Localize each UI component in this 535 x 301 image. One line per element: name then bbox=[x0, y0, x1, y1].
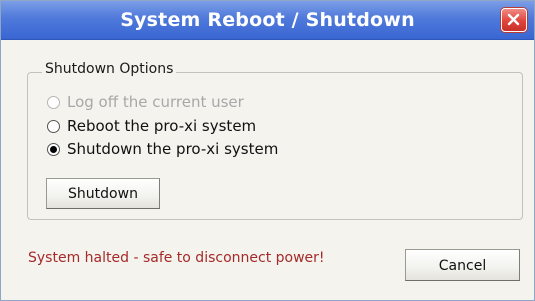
status-message: System halted - safe to disconnect power… bbox=[28, 250, 325, 266]
radio-selected-dot bbox=[50, 145, 57, 153]
cancel-button[interactable]: Cancel bbox=[405, 249, 520, 281]
window-title: System Reboot / Shutdown bbox=[120, 9, 415, 31]
close-button[interactable] bbox=[501, 8, 527, 32]
radio-button-logoff bbox=[47, 95, 60, 109]
radio-option-logoff: Log off the current user bbox=[47, 92, 244, 112]
group-legend: Shutdown Options bbox=[42, 61, 177, 77]
radio-label-logoff: Log off the current user bbox=[67, 93, 244, 111]
radio-label-shutdown[interactable]: Shutdown the pro-xi system bbox=[67, 140, 278, 158]
radio-button-reboot[interactable] bbox=[47, 119, 60, 133]
title-bar[interactable]: System Reboot / Shutdown bbox=[1, 1, 534, 40]
radio-label-reboot[interactable]: Reboot the pro-xi system bbox=[67, 117, 256, 135]
shutdown-button[interactable]: Shutdown bbox=[46, 178, 160, 209]
radio-button-shutdown[interactable] bbox=[47, 142, 60, 156]
radio-option-reboot[interactable]: Reboot the pro-xi system bbox=[47, 116, 256, 136]
radio-option-shutdown[interactable]: Shutdown the pro-xi system bbox=[47, 139, 278, 159]
dialog-window: System Reboot / Shutdown Shutdown Option… bbox=[0, 0, 535, 301]
close-icon bbox=[507, 13, 520, 26]
